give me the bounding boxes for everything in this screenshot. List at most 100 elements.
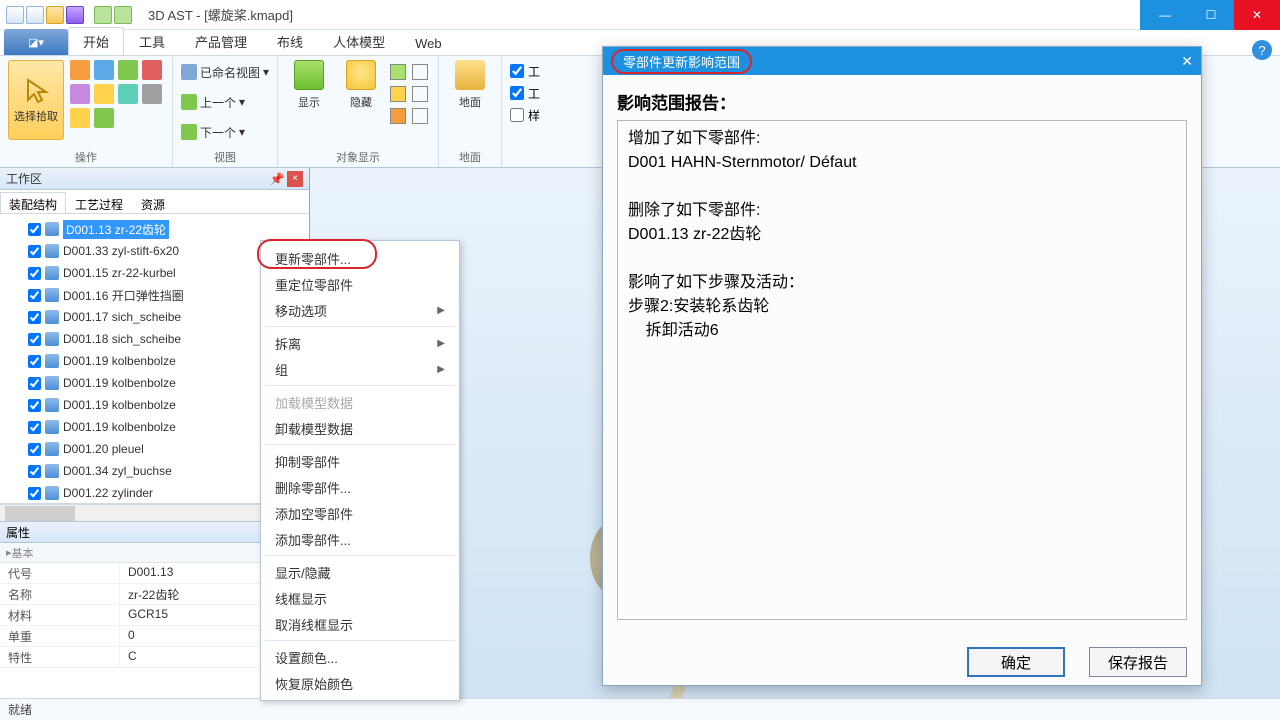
ribbon-group-ops: 选择拾取 操作 — [0, 56, 173, 167]
next-view-button[interactable]: 下一个 ▾ — [181, 120, 269, 144]
context-item[interactable]: 移动选项▶ — [261, 297, 459, 323]
ribbon-group-checks: 工 工 样 — [502, 56, 548, 167]
workspace-title: 工作区 — [6, 170, 42, 187]
part-icon — [45, 288, 59, 302]
show-icon — [294, 60, 324, 90]
namedview-icon — [181, 64, 197, 80]
check-1[interactable]: 工 — [510, 60, 540, 82]
help-icon[interactable]: ? — [1252, 40, 1272, 60]
tab-start[interactable]: 开始 — [68, 27, 124, 55]
display-mode-grid[interactable] — [390, 64, 430, 126]
tab-wiring[interactable]: 布线 — [262, 27, 318, 55]
prop-key: 单重 — [0, 626, 120, 646]
part-icon — [45, 486, 59, 500]
ground-button[interactable]: 地面 — [447, 60, 493, 140]
tree-label: D001.18 sich_scheibe — [63, 332, 181, 346]
tree-checkbox[interactable] — [28, 443, 41, 456]
part-icon — [45, 398, 59, 412]
quick-access-toolbar — [0, 4, 138, 26]
manipulate-grid[interactable] — [70, 60, 164, 140]
panel-close-icon[interactable]: × — [287, 171, 303, 187]
prev-view-button[interactable]: 上一个 ▾ — [181, 90, 269, 114]
status-text: 就绪 — [8, 701, 32, 718]
context-item[interactable]: 更新零部件... — [261, 245, 459, 271]
undo-icon[interactable] — [94, 6, 112, 24]
tree-checkbox[interactable] — [28, 355, 41, 368]
check-2[interactable]: 工 — [510, 82, 540, 104]
close-button[interactable]: ✕ — [1234, 0, 1280, 30]
part-icon — [45, 244, 59, 258]
context-item[interactable]: 设置颜色... — [261, 644, 459, 670]
dialog-close-icon[interactable]: ✕ — [1181, 53, 1193, 70]
tab-human[interactable]: 人体模型 — [318, 27, 400, 55]
tree-checkbox[interactable] — [28, 333, 41, 346]
pin-icon[interactable]: 📌 — [269, 171, 285, 187]
part-icon — [45, 376, 59, 390]
new-icon[interactable] — [6, 6, 24, 24]
subtab-resource[interactable]: 资源 — [132, 192, 174, 213]
tree-checkbox[interactable] — [28, 311, 41, 324]
context-item[interactable]: 取消线框显示 — [261, 611, 459, 637]
select-pick-button[interactable]: 选择拾取 — [8, 60, 64, 140]
tree-checkbox[interactable] — [28, 223, 41, 236]
check-3[interactable]: 样 — [510, 104, 540, 126]
open-icon[interactable] — [46, 6, 64, 24]
tree-checkbox[interactable] — [28, 267, 41, 280]
tree-checkbox[interactable] — [28, 245, 41, 258]
part-icon — [45, 266, 59, 280]
tree-label: D001.33 zyl-stift-6x20 — [63, 244, 179, 258]
part-icon — [45, 310, 59, 324]
context-item[interactable]: 抑制零部件 — [261, 448, 459, 474]
tree-checkbox[interactable] — [28, 289, 41, 302]
app-button[interactable]: ◪▾ — [4, 29, 68, 55]
part-icon — [45, 464, 59, 478]
show-button[interactable]: 显示 — [286, 60, 332, 140]
ribbon-group-objshow: 显示 隐藏 对象显示 — [278, 56, 439, 167]
redo-icon[interactable] — [114, 6, 132, 24]
hide-button[interactable]: 隐藏 — [338, 60, 384, 140]
prop-key: 特性 — [0, 647, 120, 667]
named-view-button[interactable]: 已命名视图 ▾ — [181, 60, 269, 84]
minimize-button[interactable]: — — [1142, 0, 1188, 30]
prev-icon — [181, 94, 197, 110]
context-item[interactable]: 添加空零部件 — [261, 500, 459, 526]
tree-label: D001.19 kolbenbolze — [63, 376, 176, 390]
tree-checkbox[interactable] — [28, 377, 41, 390]
new2-icon[interactable] — [26, 6, 44, 24]
tab-tools[interactable]: 工具 — [124, 27, 180, 55]
context-item[interactable]: 添加零部件... — [261, 526, 459, 552]
context-item[interactable]: 恢复原始颜色 — [261, 670, 459, 696]
context-item[interactable]: 删除零部件... — [261, 474, 459, 500]
part-icon — [45, 222, 59, 236]
context-menu[interactable]: 更新零部件...重定位零部件移动选项▶拆离▶组▶加载模型数据卸载模型数据抑制零部… — [260, 240, 460, 701]
ribbon-group-ground: 地面 地面 — [439, 56, 502, 167]
prop-key: 代号 — [0, 563, 120, 583]
subtab-process[interactable]: 工艺过程 — [66, 192, 132, 213]
subtab-structure[interactable]: 装配结构 — [0, 192, 66, 213]
tab-web[interactable]: Web — [400, 31, 457, 55]
ok-button[interactable]: 确定 — [967, 647, 1065, 677]
context-item[interactable]: 拆离▶ — [261, 330, 459, 356]
tree-label: D001.34 zyl_buchse — [63, 464, 172, 478]
dialog-header[interactable]: 零部件更新影响范围 ✕ — [603, 47, 1201, 75]
window-title: 3D AST - [螺旋桨.kmapd] — [138, 5, 1140, 24]
context-item[interactable]: 卸载模型数据 — [261, 415, 459, 441]
context-item[interactable]: 显示/隐藏 — [261, 559, 459, 585]
tree-label: D001.22 zylinder — [63, 486, 153, 500]
tree-label: D001.15 zr-22-kurbel — [63, 266, 176, 280]
tree-item[interactable]: D001.13 zr-22齿轮 — [0, 218, 309, 240]
tree-checkbox[interactable] — [28, 487, 41, 500]
tab-product[interactable]: 产品管理 — [180, 27, 262, 55]
save-icon[interactable] — [66, 6, 84, 24]
save-report-button[interactable]: 保存报告 — [1089, 647, 1187, 677]
maximize-button[interactable]: ☐ — [1188, 0, 1234, 30]
tree-checkbox[interactable] — [28, 421, 41, 434]
tree-checkbox[interactable] — [28, 465, 41, 478]
next-icon — [181, 124, 197, 140]
workspace-header: 工作区 📌 × — [0, 168, 309, 190]
context-item[interactable]: 线框显示 — [261, 585, 459, 611]
ribbon-group-view: 已命名视图 ▾ 上一个 ▾ 下一个 ▾ 视图 — [173, 56, 278, 167]
tree-checkbox[interactable] — [28, 399, 41, 412]
context-item[interactable]: 重定位零部件 — [261, 271, 459, 297]
context-item[interactable]: 组▶ — [261, 356, 459, 382]
